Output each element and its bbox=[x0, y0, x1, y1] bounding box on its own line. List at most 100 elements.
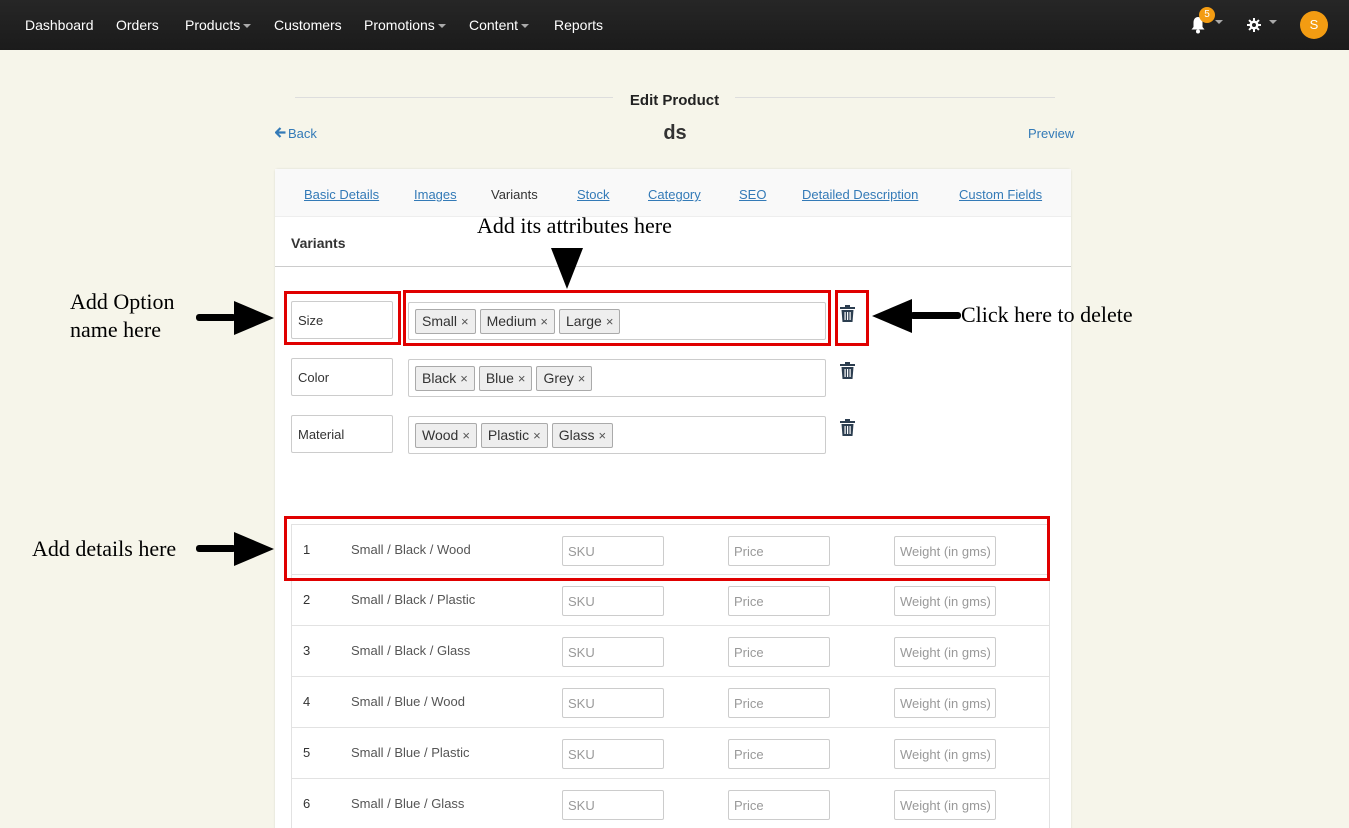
nav-orders[interactable]: Orders bbox=[116, 17, 159, 33]
close-icon[interactable]: × bbox=[518, 371, 526, 386]
tab-seo[interactable]: SEO bbox=[739, 187, 766, 202]
variant-number: 2 bbox=[303, 592, 311, 607]
nav-products[interactable]: Products bbox=[185, 17, 252, 33]
variant-label: Small / Blue / Plastic bbox=[351, 745, 470, 760]
nav-orders-label: Orders bbox=[116, 17, 159, 33]
nav-content-label: Content bbox=[469, 17, 519, 33]
gear-icon[interactable] bbox=[1247, 18, 1261, 32]
nav-promotions-label: Promotions bbox=[364, 17, 435, 33]
arrow-left-icon bbox=[872, 299, 961, 333]
weight-input[interactable] bbox=[894, 790, 996, 820]
title-divider bbox=[735, 97, 1055, 98]
price-input[interactable] bbox=[728, 637, 830, 667]
tag-label: Blue bbox=[485, 370, 514, 386]
variant-label: Small / Blue / Wood bbox=[351, 694, 465, 709]
back-link[interactable]: Back bbox=[275, 126, 317, 141]
option-value-tag: Wood × bbox=[415, 423, 477, 448]
page-title: Edit Product bbox=[629, 92, 720, 109]
table-row: 3 Small / Black / Glass bbox=[291, 626, 1050, 677]
option-value-tag: Glass × bbox=[551, 423, 614, 448]
weight-input[interactable] bbox=[894, 739, 996, 769]
highlight-delete bbox=[835, 290, 869, 346]
tab-detailed-description[interactable]: Detailed Description bbox=[802, 187, 918, 202]
weight-input[interactable] bbox=[894, 586, 996, 616]
top-navbar: Dashboard Orders Products Customers Prom… bbox=[0, 0, 1349, 50]
variant-label: Small / Black / Plastic bbox=[351, 592, 476, 607]
tab-category[interactable]: Category bbox=[648, 187, 701, 202]
back-link-label: Back bbox=[288, 126, 317, 141]
tag-label: Black bbox=[422, 370, 457, 386]
tab-images[interactable]: Images bbox=[414, 187, 457, 202]
tab-custom-fields[interactable]: Custom Fields bbox=[959, 187, 1042, 202]
table-row: 2 Small / Black / Plastic bbox=[291, 575, 1050, 626]
variant-number: 4 bbox=[303, 694, 311, 709]
price-input[interactable] bbox=[728, 688, 830, 718]
tag-label: Plastic bbox=[487, 427, 530, 443]
sku-input[interactable] bbox=[562, 688, 664, 718]
trash-icon[interactable] bbox=[840, 362, 855, 379]
chevron-down-icon[interactable] bbox=[1269, 20, 1277, 24]
tab-basic-details[interactable]: Basic Details bbox=[304, 187, 379, 202]
sku-input[interactable] bbox=[562, 637, 664, 667]
annotation-delete: Click here to delete bbox=[961, 302, 1133, 327]
price-input[interactable] bbox=[728, 739, 830, 769]
price-input[interactable] bbox=[728, 586, 830, 616]
tabs-bar: Basic Details Images Variants Stock Cate… bbox=[275, 169, 1071, 217]
annotation-option-name: Add Option name here bbox=[70, 289, 175, 342]
close-icon[interactable]: × bbox=[460, 371, 468, 386]
tag-label: Grey bbox=[543, 370, 574, 386]
variant-number: 5 bbox=[303, 745, 311, 760]
chevron-down-icon[interactable] bbox=[1215, 20, 1223, 24]
sku-input[interactable] bbox=[562, 790, 664, 820]
nav-reports[interactable]: Reports bbox=[554, 17, 603, 33]
nav-customers[interactable]: Customers bbox=[274, 17, 342, 33]
option-values-input[interactable]: Wood × Plastic × Glass × bbox=[408, 416, 826, 454]
price-input[interactable] bbox=[728, 790, 830, 820]
notification-badge: 5 bbox=[1199, 7, 1215, 23]
option-name-input[interactable] bbox=[291, 415, 393, 453]
option-values-input[interactable]: Black × Blue × Grey × bbox=[408, 359, 826, 397]
nav-dashboard[interactable]: Dashboard bbox=[25, 17, 94, 33]
close-icon[interactable]: × bbox=[599, 428, 607, 443]
tag-label: Glass bbox=[558, 427, 595, 443]
option-value-tag: Plastic × bbox=[480, 423, 548, 448]
sku-input[interactable] bbox=[562, 739, 664, 769]
tab-variants[interactable]: Variants bbox=[491, 187, 538, 202]
variant-number: 3 bbox=[303, 643, 311, 658]
chevron-down-icon bbox=[437, 24, 446, 29]
chevron-down-icon bbox=[521, 24, 530, 29]
arrow-right-icon bbox=[196, 532, 274, 566]
close-icon[interactable]: × bbox=[462, 428, 470, 443]
avatar[interactable]: S bbox=[1300, 11, 1328, 39]
nav-promotions[interactable]: Promotions bbox=[364, 17, 446, 33]
variant-number: 6 bbox=[303, 796, 311, 811]
highlight-variant-details bbox=[284, 516, 1050, 581]
option-value-tag: Blue × bbox=[478, 366, 533, 391]
weight-input[interactable] bbox=[894, 637, 996, 667]
close-icon[interactable]: × bbox=[533, 428, 541, 443]
nav-reports-label: Reports bbox=[554, 17, 604, 33]
close-icon[interactable]: × bbox=[578, 371, 586, 386]
option-name-input[interactable] bbox=[291, 358, 393, 396]
nav-dashboard-label: Dashboard bbox=[25, 17, 94, 33]
arrow-right-icon bbox=[196, 301, 274, 335]
tag-label: Wood bbox=[422, 427, 459, 443]
chevron-down-icon bbox=[243, 24, 252, 29]
trash-icon[interactable] bbox=[840, 419, 855, 436]
option-value-tag: Black × bbox=[415, 366, 475, 391]
arrow-down-icon bbox=[551, 248, 583, 289]
variant-label: Small / Black / Glass bbox=[351, 643, 471, 658]
table-row: 6 Small / Blue / Glass bbox=[291, 779, 1050, 828]
highlight-option-values bbox=[403, 290, 831, 346]
preview-link[interactable]: Preview bbox=[1028, 126, 1074, 141]
weight-input[interactable] bbox=[894, 688, 996, 718]
variant-label: Small / Blue / Glass bbox=[351, 796, 465, 811]
arrow-left-icon bbox=[275, 127, 286, 138]
nav-content[interactable]: Content bbox=[469, 17, 530, 33]
option-value-tag: Grey × bbox=[536, 366, 593, 391]
sku-input[interactable] bbox=[562, 586, 664, 616]
title-divider bbox=[295, 97, 613, 98]
annotation-attributes: Add its attributes here bbox=[477, 213, 672, 238]
tab-stock[interactable]: Stock bbox=[577, 187, 610, 202]
annotation-details: Add details here bbox=[32, 536, 177, 561]
